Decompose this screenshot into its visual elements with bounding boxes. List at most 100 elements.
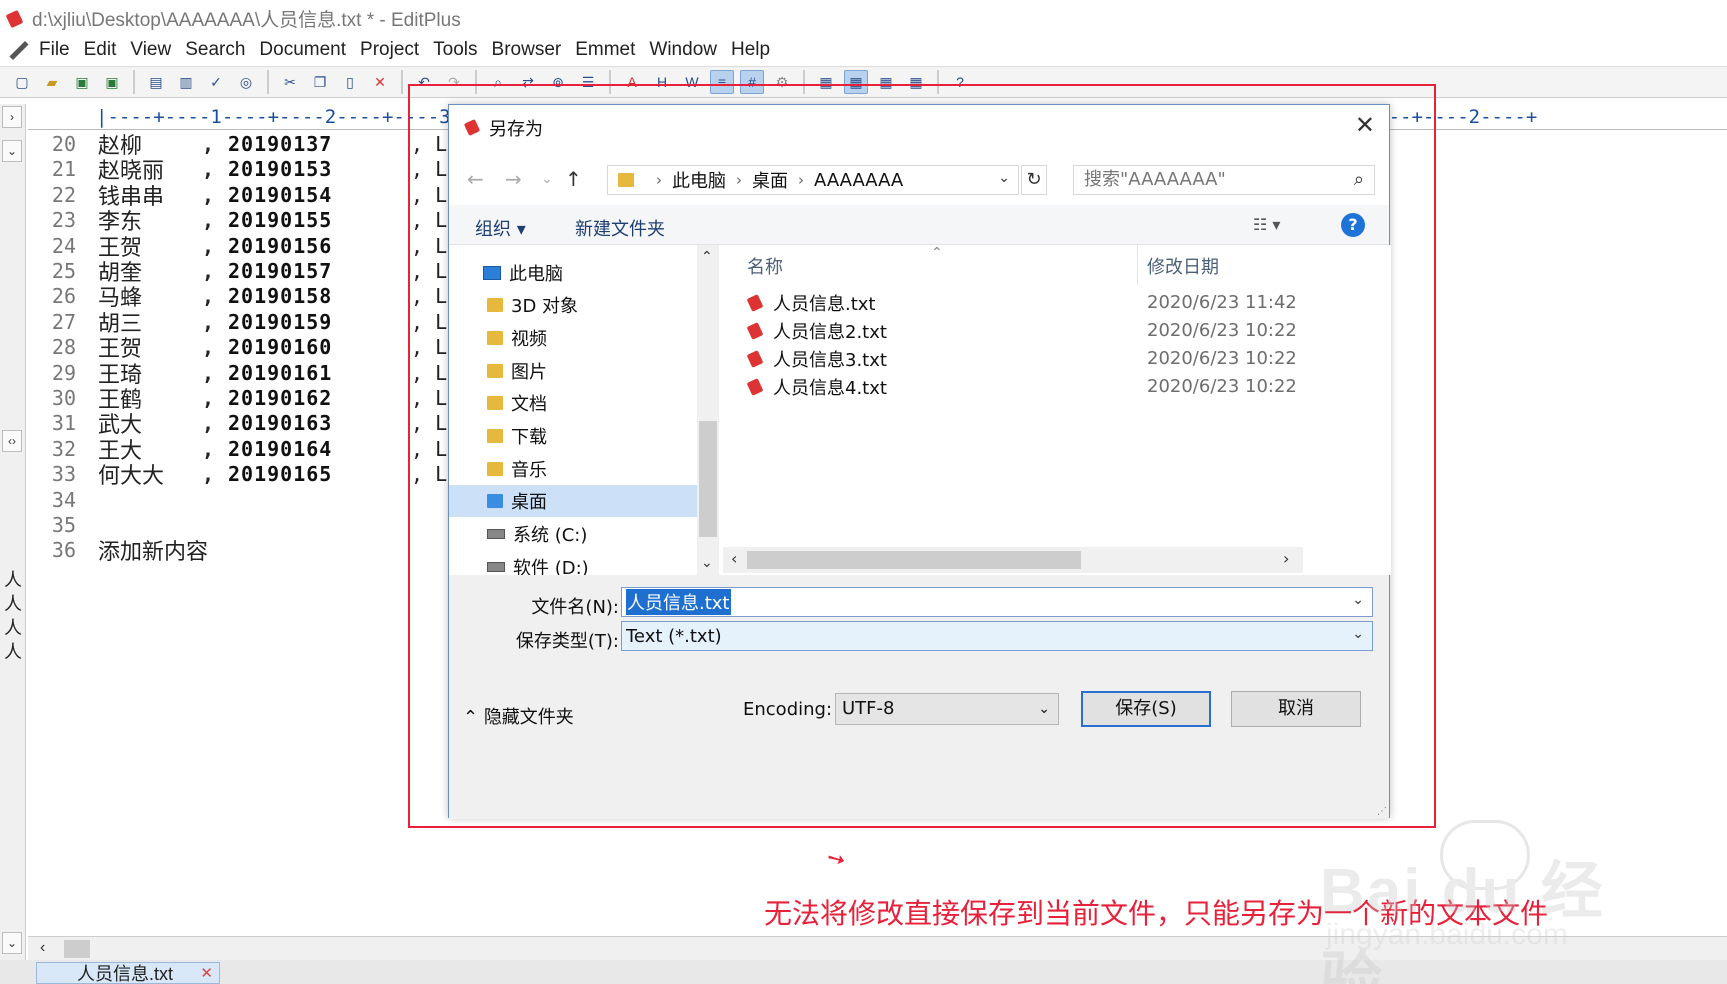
editor-line[interactable]: 24 王贺, 20190156, L [28, 232, 447, 261]
baidu-watermark: Bai du 经验 jingyan.baidu.com [1320, 820, 1640, 984]
editor-line[interactable]: 34 [28, 486, 76, 514]
id-text: 20190156 [228, 233, 333, 258]
menu-tools[interactable]: Tools [426, 39, 484, 61]
id-text: 20190159 [228, 309, 333, 334]
menu-project[interactable]: Project [353, 39, 426, 61]
left-side-panel: › ⌄ ‹› 人人人人 ⌄ [0, 104, 26, 964]
id-text: 20190162 [228, 386, 333, 410]
id-text: 20190155 [228, 208, 333, 233]
comma-text: , [202, 259, 215, 283]
editor-line[interactable]: 33 何大大, 20190165, L [28, 460, 447, 489]
comma-text: , [202, 462, 215, 487]
comma-text: , [202, 233, 215, 258]
editor-line[interactable]: 22 钱串串, 20190154, L [28, 181, 447, 210]
comma-text: , [202, 436, 215, 461]
line-number: 33 [51, 462, 76, 487]
editor-line[interactable]: 27 胡三, 20190159, L [28, 308, 447, 337]
save-all-icon[interactable]: ▣ [100, 70, 124, 94]
panel-dropdown-icon[interactable]: ⌄ [2, 140, 22, 162]
editor-line[interactable]: 26 马蜂, 20190158, L [28, 282, 447, 311]
print-icon[interactable]: ▥ [174, 70, 198, 94]
document-tab[interactable]: 人员信息.txt ✕ [36, 962, 220, 984]
menu-search[interactable]: Search [178, 39, 252, 61]
id-text: 20190153 [228, 157, 333, 182]
toolbar-separator [401, 70, 403, 94]
id-text: 20190161 [228, 360, 333, 385]
line-number: 32 [51, 436, 76, 461]
line-number: 27 [51, 309, 76, 334]
save-icon[interactable]: ▣ [70, 70, 94, 94]
paste-icon[interactable]: ▯ [338, 70, 362, 94]
line-number: 28 [51, 335, 76, 360]
comma-text: , [202, 132, 215, 156]
line-number: 24 [51, 233, 76, 258]
id-text: 20190160 [228, 335, 333, 360]
comma-text: , [202, 411, 215, 436]
menu-edit[interactable]: Edit [77, 39, 124, 61]
editor-line[interactable]: 29 王琦, 20190161, L [28, 359, 447, 388]
comma-text: , [202, 335, 215, 360]
menu-browser[interactable]: Browser [485, 39, 569, 61]
editplus-window: d:\xjliu\Desktop\AAAAAAA\人员信息.txt * - Ed… [0, 0, 1727, 984]
editor-line[interactable]: 32 王大, 20190164, L [28, 435, 447, 464]
editor-line[interactable]: 20 赵柳, 20190137, L [28, 130, 447, 159]
editor-line[interactable]: 25 胡奎, 20190157, L [28, 257, 447, 286]
copy-icon[interactable]: ❐ [308, 70, 332, 94]
editor-line[interactable]: 35 [28, 511, 76, 539]
id-text: 20190165 [228, 462, 333, 487]
menu-file[interactable]: File [32, 39, 77, 61]
tab-label: 人员信息.txt [77, 964, 174, 984]
editplus-app-icon [4, 7, 26, 29]
comma-text: , [202, 360, 215, 385]
id-text: 20190154 [228, 182, 333, 207]
editor-line[interactable]: 28 王贺, 20190160, L [28, 333, 447, 362]
menu-bar: File Edit View Search Document Project T… [0, 36, 1727, 64]
title-bar: d:\xjliu\Desktop\AAAAAAA\人员信息.txt * - Ed… [0, 0, 1727, 36]
spellcheck-icon[interactable]: ✓ [204, 70, 228, 94]
toolbar-separator [267, 70, 269, 94]
comma-text: , [202, 309, 215, 334]
panel-resize-icon[interactable]: ‹› [2, 430, 22, 452]
panel-expand-icon[interactable]: › [2, 106, 22, 128]
id-text: 20190157 [228, 259, 333, 283]
comma-text: , [202, 182, 215, 207]
menu-document[interactable]: Document [252, 39, 353, 61]
line-number: 23 [51, 208, 76, 233]
line-number: 25 [51, 259, 76, 283]
window-title: d:\xjliu\Desktop\AAAAAAA\人员信息.txt * - Ed… [32, 9, 461, 31]
highlight-rectangle [408, 84, 1436, 828]
cut-icon[interactable]: ✂ [278, 70, 302, 94]
line-number: 35 [51, 513, 76, 537]
editor-line[interactable]: 36 添加新内容 [28, 536, 208, 565]
line-number: 21 [51, 157, 76, 182]
line-number: 36 [51, 538, 76, 563]
line-number: 22 [51, 182, 76, 207]
panel-collapse-icon[interactable]: ⌄ [2, 932, 22, 954]
scroll-left-icon[interactable]: ‹ [40, 939, 45, 957]
menu-view[interactable]: View [123, 39, 178, 61]
watermark-url: jingyan.baidu.com [1326, 918, 1568, 951]
id-text: 20190137 [228, 132, 333, 156]
new-file-icon[interactable]: ▢ [10, 70, 34, 94]
editor-line[interactable]: 21 赵晓丽, 20190153, L [28, 155, 447, 184]
tab-close-icon[interactable]: ✕ [200, 963, 213, 984]
menu-window[interactable]: Window [642, 39, 724, 61]
editor-line[interactable]: 23 李东, 20190155, L [28, 206, 447, 235]
panel-vertical-text: 人人人人 [4, 570, 22, 662]
line-number: 26 [51, 284, 76, 309]
scroll-thumb[interactable] [64, 940, 90, 958]
line-number: 29 [51, 360, 76, 385]
menu-emmet[interactable]: Emmet [568, 39, 642, 61]
editor-line[interactable]: 31 武大, 20190163, L [28, 409, 447, 438]
browser-preview-icon[interactable]: ◎ [234, 70, 258, 94]
comma-text: , [202, 284, 215, 309]
line-number: 34 [51, 487, 76, 512]
toolbar-separator [133, 70, 135, 94]
comma-text: , [202, 386, 215, 410]
comma-text: , [202, 208, 215, 233]
open-folder-icon[interactable]: ▰ [40, 70, 64, 94]
menu-help[interactable]: Help [724, 39, 777, 61]
print-preview-icon[interactable]: ▤ [144, 70, 168, 94]
delete-icon[interactable]: ✕ [368, 70, 392, 94]
editor-line[interactable]: 30 王鹤, 20190162, L [28, 384, 447, 413]
